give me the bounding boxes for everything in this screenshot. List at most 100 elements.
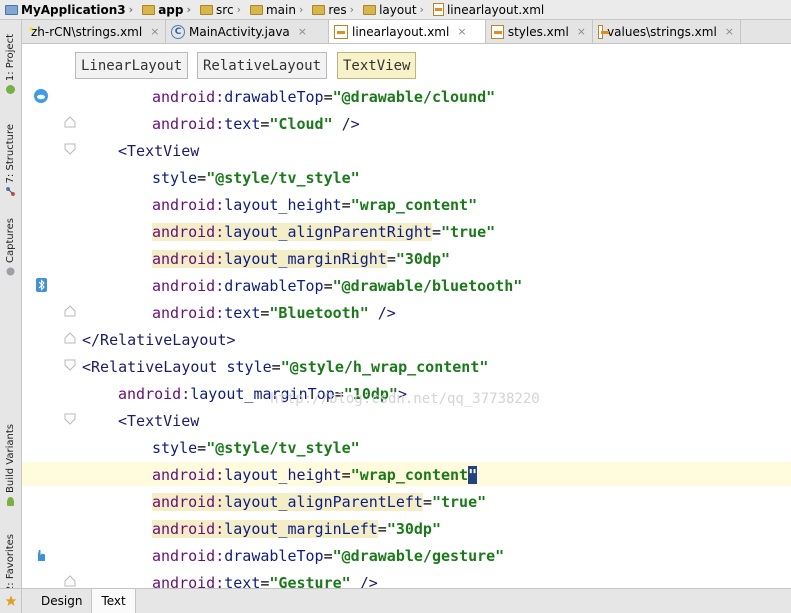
xml-file-icon (432, 3, 444, 16)
code-line[interactable]: <RelativeLayout style="@style/h_wrap_con… (82, 354, 488, 381)
path-relativelayout-button[interactable]: RelativeLayout (197, 52, 328, 79)
code-line[interactable]: <TextView (118, 408, 199, 435)
cloud-drawable-icon (34, 89, 48, 103)
xml-file-icon (334, 24, 348, 39)
tab-label: MainActivity.java (189, 24, 290, 39)
tab-label: linearlayout.xml (352, 24, 450, 39)
structure-tab-label: 7: Structure (5, 124, 16, 184)
tab-label: styles.xml (507, 24, 569, 39)
breadcrumb-main[interactable]: main › (245, 0, 307, 19)
captures-tab-label: Captures (5, 218, 16, 263)
tab-label: zh-rCN\strings.xml (31, 24, 143, 39)
close-icon[interactable]: × (725, 25, 734, 38)
code-line[interactable]: android:drawableTop="@drawable/clound" (152, 84, 495, 111)
favorites-tab-label: 2: Favorites (5, 534, 16, 593)
fold-markers (64, 84, 82, 588)
fold-start-icon[interactable] (64, 143, 76, 155)
tab-label: values\strings.xml (607, 24, 717, 39)
folder-icon (249, 4, 263, 15)
editor-tabs: zh-rCN\strings.xml × C MainActivity.java… (22, 20, 791, 44)
code-line[interactable]: style="@style/tv_style" (152, 435, 360, 462)
build-variants-tool-tab[interactable]: Build Variants (0, 424, 21, 507)
code-editor[interactable]: android:drawableTop="@drawable/clound" an… (22, 84, 791, 588)
breadcrumb-label: MyApplication3 (21, 2, 126, 17)
structure-icon (6, 187, 15, 197)
bluetooth-drawable-icon (36, 278, 47, 292)
fold-end-icon[interactable] (64, 116, 76, 128)
chevron-right-icon: › (236, 3, 241, 16)
tab-zh-rcn-strings[interactable]: zh-rCN\strings.xml × (22, 20, 166, 43)
breadcrumb-layout[interactable]: layout › (358, 0, 428, 19)
path-linearlayout-button[interactable]: LinearLayout (75, 52, 189, 79)
fold-end-icon[interactable] (64, 575, 76, 587)
fold-end-icon[interactable] (64, 305, 76, 317)
close-icon[interactable]: × (298, 25, 307, 38)
code-line[interactable]: android:text="Bluetooth" /> (152, 300, 396, 327)
project-folder-icon (5, 4, 18, 15)
favorites-star-icon[interactable] (0, 589, 22, 613)
chevron-right-icon: › (128, 3, 134, 16)
chevron-right-icon: › (419, 3, 424, 16)
path-textview-button[interactable]: TextView (337, 52, 417, 79)
code-lines[interactable]: android:drawableTop="@drawable/clound" an… (22, 84, 791, 588)
tab-text[interactable]: Text (92, 589, 136, 613)
code-line[interactable]: android:layout_marginRight="30dp" (152, 246, 450, 273)
code-line[interactable]: android:layout_alignParentRight="true" (152, 219, 495, 246)
code-line[interactable]: android:layout_alignParentLeft="true" (152, 489, 486, 516)
fold-start-icon[interactable] (64, 413, 76, 425)
module-folder-icon (142, 4, 156, 15)
breadcrumb-label: layout (379, 2, 417, 17)
breadcrumb-label: app (158, 2, 184, 17)
breadcrumb-file[interactable]: linearlayout.xml (428, 0, 546, 19)
gesture-drawable-icon (38, 550, 45, 561)
breadcrumb-project[interactable]: MyApplication3 › (0, 0, 137, 19)
chevron-right-icon: › (349, 3, 355, 16)
editor-gutter (22, 84, 62, 588)
chevron-right-icon: › (298, 3, 304, 16)
close-icon[interactable]: × (577, 25, 586, 38)
chevron-right-icon: › (186, 3, 192, 16)
class-icon: C (171, 24, 185, 39)
code-line[interactable]: android:layout_height="wrap_content" (152, 462, 478, 489)
fold-end-icon[interactable] (64, 332, 76, 344)
resource-folder-icon (312, 4, 326, 15)
component-path-bar: LinearLayout RelativeLayout TextView (22, 44, 791, 84)
code-line[interactable]: </RelativeLayout> (82, 327, 236, 354)
bottom-bar: Design Text (0, 588, 791, 613)
code-line[interactable]: android:text="Cloud" /> (152, 111, 360, 138)
code-line[interactable]: android:layout_marginLeft="30dp" (152, 516, 441, 543)
breadcrumb-label: main (265, 2, 296, 17)
captures-icon (6, 267, 15, 276)
project-tool-tab[interactable]: 1: Project (0, 34, 21, 95)
code-line[interactable]: android:drawableTop="@drawable/bluetooth… (152, 273, 522, 300)
structure-tool-tab[interactable]: 7: Structure (0, 124, 21, 197)
breadcrumb-label: res (328, 2, 347, 17)
captures-tool-tab[interactable]: Captures (0, 218, 21, 277)
code-line[interactable]: android:layout_height="wrap_content" (152, 192, 477, 219)
tab-values-strings[interactable]: values\strings.xml × (593, 20, 741, 43)
breadcrumb-label: src (216, 2, 234, 17)
fold-start-icon[interactable] (64, 359, 76, 371)
breadcrumb-res[interactable]: res › (307, 0, 358, 19)
breadcrumb-src[interactable]: src › (195, 0, 245, 19)
left-tool-strip: 1: Project 7: Structure Captures Build V… (0, 20, 22, 606)
android-icon (7, 496, 14, 506)
tab-styles[interactable]: styles.xml × (486, 20, 593, 43)
breadcrumb-app[interactable]: app › (137, 0, 195, 19)
navigation-breadcrumb: MyApplication3 › app › src › main › res … (0, 0, 791, 20)
watermark-text: http://blog.csdn.net/qq_37738220 (270, 391, 540, 407)
breadcrumb-label: linearlayout.xml (446, 2, 545, 17)
tab-mainactivity[interactable]: C MainActivity.java × (166, 20, 329, 43)
xml-file-icon (491, 24, 504, 39)
android-project-icon (6, 85, 15, 95)
code-line[interactable]: style="@style/tv_style" (152, 165, 360, 192)
close-icon[interactable]: × (457, 25, 466, 38)
xml-file-icon (598, 24, 610, 39)
code-line[interactable]: android:text="Gesture" /> (152, 570, 378, 588)
code-line[interactable]: android:drawableTop="@drawable/gesture" (152, 543, 504, 570)
close-icon[interactable]: × (150, 25, 159, 38)
code-line[interactable]: <TextView (118, 138, 199, 165)
tab-linearlayout[interactable]: linearlayout.xml × (329, 20, 486, 43)
tab-design[interactable]: Design (32, 589, 93, 613)
project-tab-label: 1: Project (5, 34, 16, 82)
